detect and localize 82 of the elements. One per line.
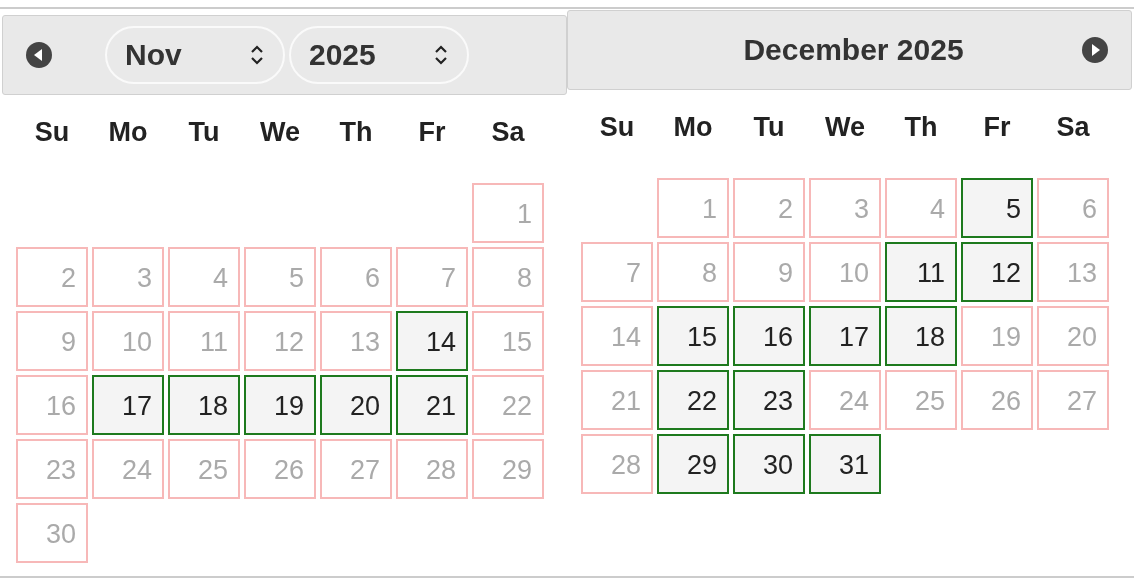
day-cell: 13	[1037, 242, 1109, 302]
day-cell: 27	[320, 439, 392, 499]
day-cell: 28	[581, 434, 653, 494]
day-cell: 2	[733, 178, 805, 238]
day-cell: 2	[16, 247, 88, 307]
day-cell: 25	[168, 439, 240, 499]
day-cell[interactable]: 12	[961, 242, 1033, 302]
day-cell[interactable]: 11	[885, 242, 957, 302]
month-select[interactable]: Nov	[105, 26, 285, 84]
day-cell: 14	[581, 306, 653, 366]
year-select[interactable]: 2025	[289, 26, 469, 84]
weekday-label: Su	[33, 117, 71, 149]
day-cell: 22	[472, 375, 544, 435]
day-cell: 8	[472, 247, 544, 307]
day-cell[interactable]: 16	[733, 306, 805, 366]
day-cell[interactable]: 5	[961, 178, 1033, 238]
day-cell[interactable]: 17	[92, 375, 164, 435]
day-cell: 21	[581, 370, 653, 430]
weekday-label: We	[824, 112, 866, 144]
day-cell: 12	[244, 311, 316, 371]
day-cell: 10	[809, 242, 881, 302]
next-month-icon[interactable]	[1081, 36, 1109, 64]
day-cell[interactable]: 30	[733, 434, 805, 494]
day-cell[interactable]: 22	[657, 370, 729, 430]
day-cell: 24	[92, 439, 164, 499]
day-cell: 3	[809, 178, 881, 238]
day-cell[interactable]: 18	[885, 306, 957, 366]
day-cell[interactable]: 23	[733, 370, 805, 430]
day-cell: 25	[885, 370, 957, 430]
day-cell: 29	[472, 439, 544, 499]
day-cell: 7	[396, 247, 468, 307]
weekday-label: Su	[598, 112, 636, 144]
month-title: December 2025	[742, 33, 965, 67]
day-cell: 5	[244, 247, 316, 307]
day-cell: 13	[320, 311, 392, 371]
day-cell: 20	[1037, 306, 1109, 366]
weekday-label: Mo	[672, 112, 714, 144]
weekday-label: Tu	[187, 117, 221, 149]
chevron-up-down-icon	[249, 43, 265, 67]
day-cell: 1	[472, 183, 544, 243]
weekday-label: Fr	[982, 112, 1012, 144]
weekday-label: Sa	[490, 117, 526, 149]
day-cell: 9	[733, 242, 805, 302]
day-cell: 24	[809, 370, 881, 430]
day-cell: 19	[961, 306, 1033, 366]
weekday-label: Th	[338, 117, 374, 149]
day-cell[interactable]: 15	[657, 306, 729, 366]
weekday-label: Sa	[1055, 112, 1091, 144]
day-cell: 4	[885, 178, 957, 238]
day-cell: 1	[657, 178, 729, 238]
day-cell: 7	[581, 242, 653, 302]
weekday-label: Mo	[107, 117, 149, 149]
previous-month-icon[interactable]	[25, 41, 53, 69]
day-cell[interactable]: 14	[396, 311, 468, 371]
day-cell: 10	[92, 311, 164, 371]
day-cell: 6	[320, 247, 392, 307]
day-cell: 16	[16, 375, 88, 435]
day-cell[interactable]: 29	[657, 434, 729, 494]
chevron-up-down-icon	[433, 43, 449, 67]
weekday-label: Th	[903, 112, 939, 144]
day-cell: 27	[1037, 370, 1109, 430]
day-cell: 6	[1037, 178, 1109, 238]
day-cell[interactable]: 20	[320, 375, 392, 435]
day-cell[interactable]: 31	[809, 434, 881, 494]
day-cell: 8	[657, 242, 729, 302]
day-cell: 15	[472, 311, 544, 371]
day-cell: 30	[16, 503, 88, 563]
day-cell[interactable]: 19	[244, 375, 316, 435]
day-cell[interactable]: 17	[809, 306, 881, 366]
day-cell: 26	[244, 439, 316, 499]
weekday-label: We	[259, 117, 301, 149]
day-cell: 4	[168, 247, 240, 307]
day-cell: 23	[16, 439, 88, 499]
weekday-label: Fr	[417, 117, 447, 149]
day-cell: 11	[168, 311, 240, 371]
weekday-label: Tu	[752, 112, 786, 144]
day-cell: 3	[92, 247, 164, 307]
day-cell: 26	[961, 370, 1033, 430]
day-cell[interactable]: 18	[168, 375, 240, 435]
day-cell[interactable]: 21	[396, 375, 468, 435]
day-cell: 9	[16, 311, 88, 371]
day-cell: 28	[396, 439, 468, 499]
